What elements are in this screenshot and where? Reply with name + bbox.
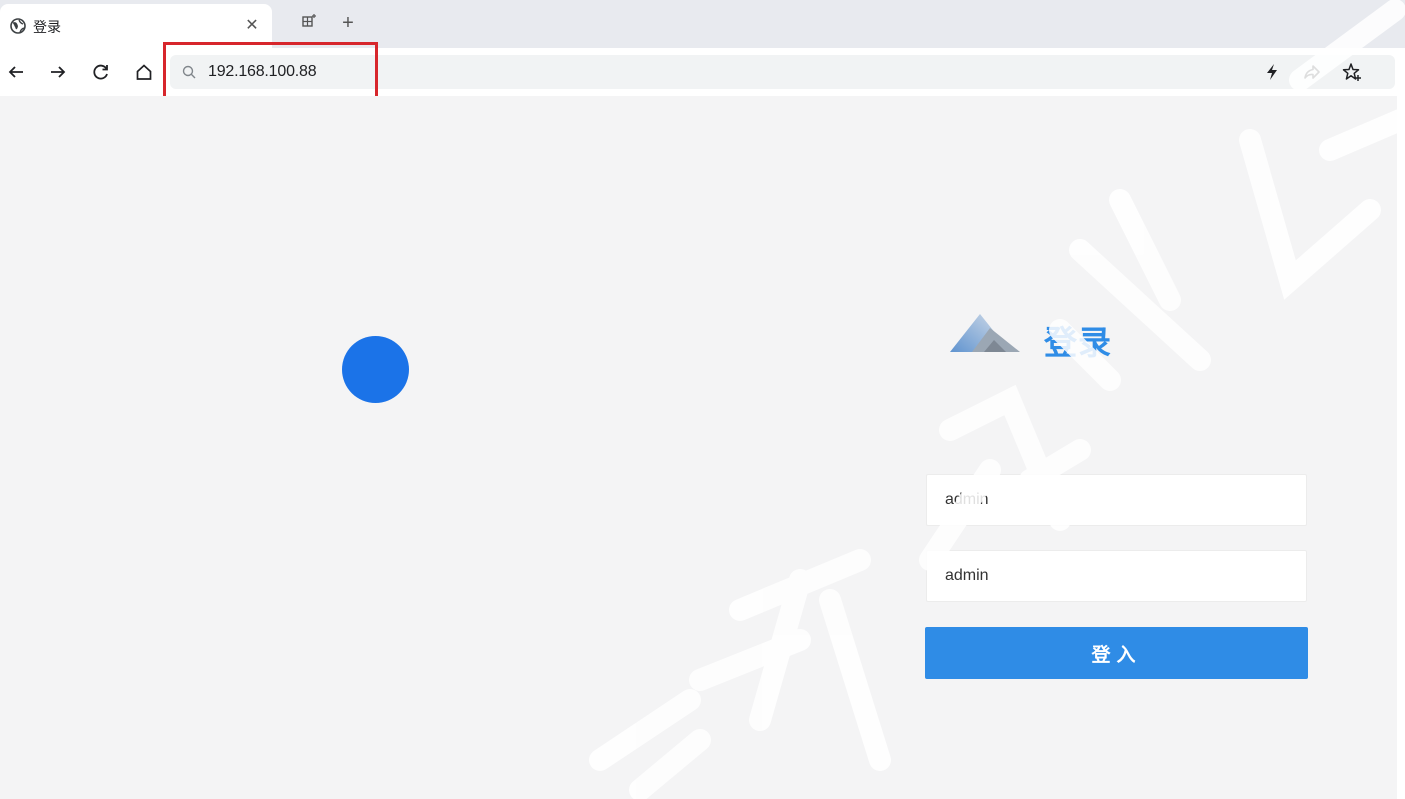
- toolbar: 192.168.100.88: [0, 48, 1405, 96]
- password-input[interactable]: [926, 550, 1307, 602]
- forward-arrow-icon[interactable]: [46, 60, 70, 84]
- reload-icon[interactable]: [89, 60, 113, 84]
- search-icon: [182, 65, 196, 79]
- globe-icon: [10, 18, 26, 34]
- address-bar[interactable]: 192.168.100.88: [170, 55, 1395, 89]
- tab-strip: 登录 ✕ +: [0, 0, 1405, 48]
- company-logo: [950, 314, 1020, 352]
- active-tab[interactable]: 登录 ✕: [0, 4, 272, 48]
- lightning-icon[interactable]: [1262, 62, 1282, 82]
- close-icon[interactable]: ✕: [243, 17, 261, 35]
- loading-spinner: [342, 336, 409, 403]
- back-arrow-icon[interactable]: [4, 60, 28, 84]
- login-page: 登录 登入: [0, 96, 1397, 799]
- plus-icon[interactable]: +: [337, 12, 359, 34]
- star-add-icon[interactable]: [1342, 62, 1362, 82]
- page-edge: [1397, 96, 1405, 799]
- home-icon[interactable]: [132, 60, 156, 84]
- tab-title: 登录: [33, 20, 61, 36]
- address-url: 192.168.100.88: [208, 63, 317, 80]
- username-input[interactable]: [926, 474, 1307, 526]
- login-button[interactable]: 登入: [925, 627, 1308, 679]
- grid-icon[interactable]: [298, 12, 320, 34]
- login-title: 登录: [1044, 323, 1112, 362]
- share-icon[interactable]: [1302, 62, 1322, 82]
